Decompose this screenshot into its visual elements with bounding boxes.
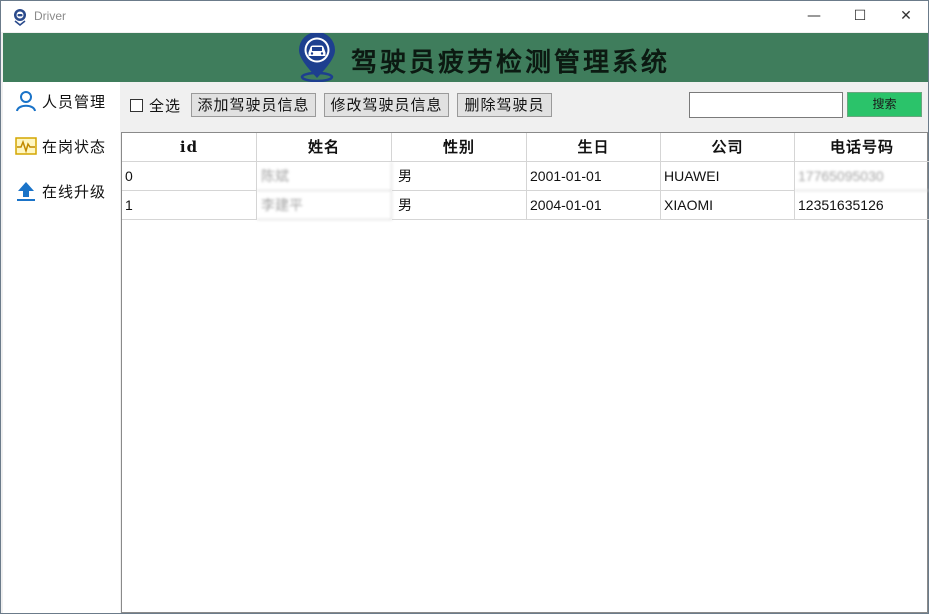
sidebar-item-label: 在岗状态 [42,138,107,156]
column-header[interactable]: 电话号码 [795,133,929,162]
table-cell[interactable]: XIAOMI [661,191,795,220]
table-cell[interactable]: 2004-01-01 [527,191,661,220]
column-header[interactable]: 公司 [661,133,795,162]
person-icon [16,91,36,112]
column-header[interactable]: 生日 [527,133,661,162]
sidebar-item-upgrade[interactable]: 在线升级 [13,178,118,204]
delete-driver-button[interactable]: 删除驾驶员 [457,93,552,117]
edit-driver-button[interactable]: 修改驾驶员信息 [324,93,449,117]
column-header[interactable]: id [122,133,257,162]
driver-table[interactable]: id 姓名 性别 生日 公司 电话号码 0 陈斌 男 2001-01-01 HU… [121,132,929,613]
table-cell[interactable]: HUAWEI [661,162,795,191]
app-window: Driver — ☐ ✕ 驾驶员疲劳检测管理系统 人员管理 在岗状态 在线升级 … [0,0,929,614]
column-header[interactable]: 性别 [392,133,527,162]
table-cell[interactable]: 2001-01-01 [527,162,661,191]
select-all-checkbox[interactable] [130,99,143,112]
sidebar-item-label: 人员管理 [42,93,107,111]
table-cell[interactable]: 陈斌 [257,162,392,191]
header-banner: 驾驶员疲劳检测管理系统 [3,33,928,82]
sidebar-item-on-duty[interactable]: 在岗状态 [13,133,118,159]
sidebar-item-label: 在线升级 [42,183,107,201]
upload-arrow-icon [17,182,35,201]
search-input[interactable] [689,92,843,118]
window-title: Driver [34,9,66,23]
toolbar: 全选 添加驾驶员信息 修改驾驶员信息 删除驾驶员 搜索 [120,82,928,131]
sidebar: 人员管理 在岗状态 在线升级 [3,82,120,613]
minimize-button[interactable]: — [791,1,837,32]
close-button[interactable]: ✕ [883,1,929,32]
pulse-monitor-icon [15,137,37,155]
table-cell[interactable]: 男 [392,191,527,220]
sidebar-item-personnel[interactable]: 人员管理 [13,88,118,114]
select-all-label[interactable]: 全选 [149,95,181,116]
title-bar[interactable]: Driver — ☐ ✕ [1,1,928,32]
car-location-pin-icon [299,33,335,82]
system-title: 驾驶员疲劳检测管理系统 [351,48,671,78]
maximize-button[interactable]: ☐ [837,1,883,32]
table-cell[interactable]: 男 [392,162,527,191]
search-button[interactable]: 搜索 [847,92,922,117]
column-header[interactable]: 姓名 [257,133,392,162]
app-logo-icon [14,9,26,26]
add-driver-button[interactable]: 添加驾驶员信息 [191,93,316,117]
table-cell[interactable]: 17765095030 [795,162,929,191]
table-cell[interactable]: 1 [122,191,257,220]
table-cell[interactable]: 0 [122,162,257,191]
table-cell[interactable]: 李建平 [257,191,392,220]
table-cell[interactable]: 12351635126 [795,191,929,220]
